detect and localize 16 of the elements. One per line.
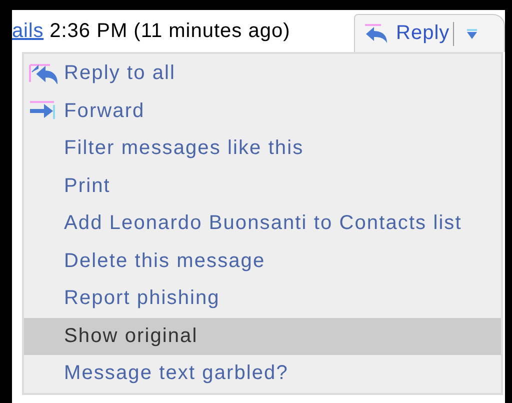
reply-all-icon: [28, 64, 58, 84]
menu-item[interactable]: Reply to all: [24, 55, 501, 92]
caret-icon: [466, 28, 478, 40]
message-time: 2:36 PM (11 minutes ago): [50, 20, 290, 42]
details-link[interactable]: ails: [12, 20, 44, 42]
dropdown-button[interactable]: [466, 28, 478, 40]
forward-icon: [28, 101, 58, 122]
menu-item[interactable]: Filter messages like this: [24, 130, 501, 168]
menu-item[interactable]: Show original: [24, 318, 501, 355]
reply-button[interactable]: Reply: [363, 22, 450, 45]
menu-item[interactable]: Message text garbled?: [24, 355, 501, 392]
menu-item[interactable]: Delete this message: [24, 242, 501, 280]
menu-item[interactable]: Add Leonardo Buonsanti to Contacts list: [24, 205, 501, 242]
menu-item[interactable]: Print: [24, 168, 501, 205]
menu-item[interactable]: Report phishing: [24, 280, 501, 318]
menu-item[interactable]: Forward: [24, 92, 501, 130]
